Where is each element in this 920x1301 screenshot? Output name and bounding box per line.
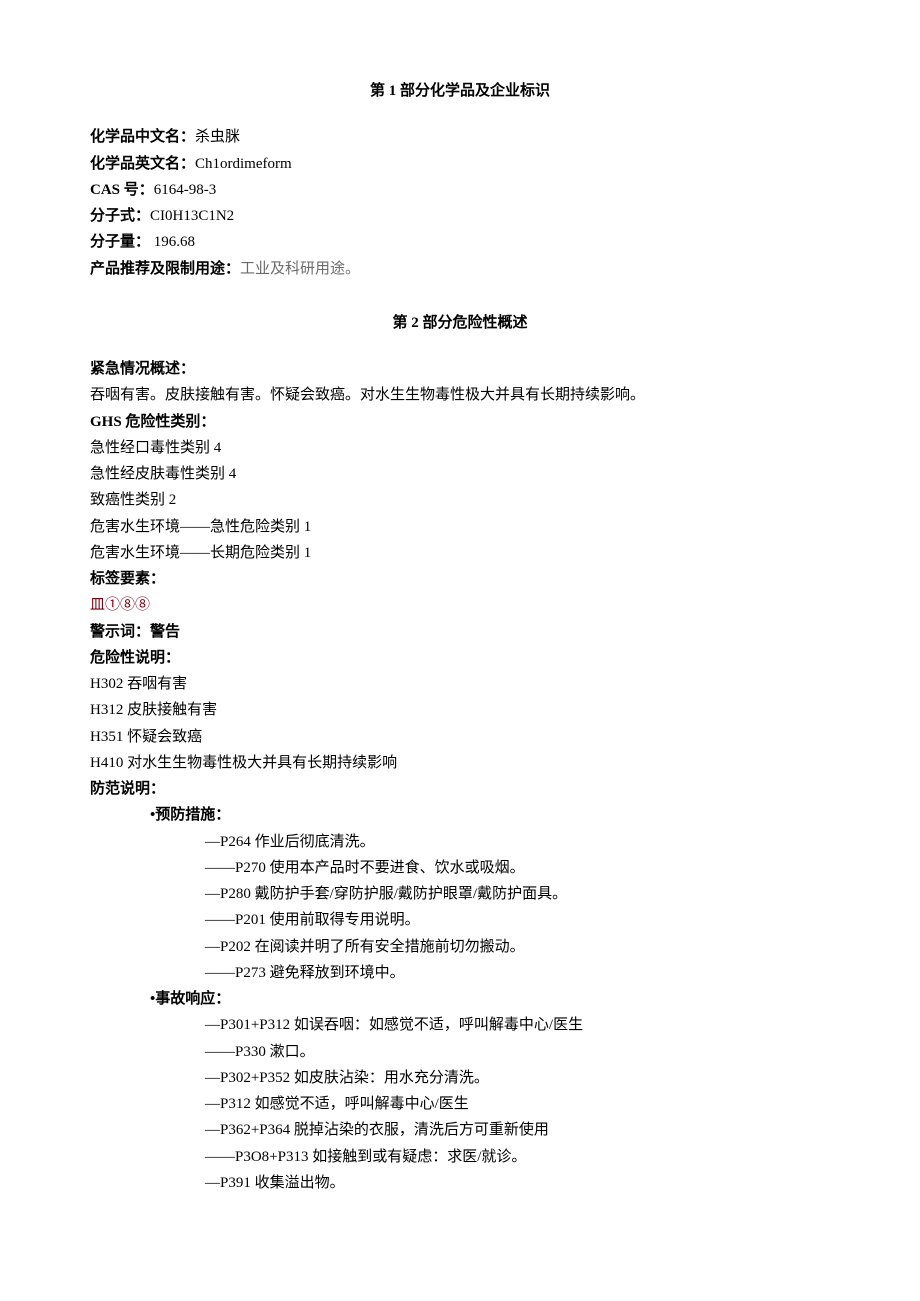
- section1-heading: 第 1 部分化学品及企业标识: [90, 78, 830, 104]
- page: 第 1 部分化学品及企业标识 化学品中文名：杀虫脒化学品英文名：Ch1ordim…: [0, 0, 920, 1301]
- ghs-item-3: 危害水生环境——急性危险类别 1: [90, 514, 830, 540]
- response-item-4: —P362+P364 脱掉沾染的衣服，清洗后方可重新使用: [90, 1117, 830, 1143]
- product-use-value: 工业及科研用途。: [240, 261, 360, 277]
- prevention-heading: 防范说明：: [90, 776, 830, 802]
- ghs-item-4: 危害水生环境——长期危险类别 1: [90, 540, 830, 566]
- section1-field-2: CAS 号：6164-98-3: [90, 177, 830, 203]
- field-label: CAS 号：: [90, 182, 154, 198]
- response-item-1: ——P330 漱口。: [90, 1039, 830, 1065]
- ghs-label: GHS 危险性类别：: [90, 409, 830, 435]
- field-label: 化学品中文名：: [90, 129, 195, 145]
- response-item-2: —P302+P352 如皮肤沾染：用水充分清洗。: [90, 1065, 830, 1091]
- response-item-5: ——P3O8+P313 如接触到或有疑虑：求医/就诊。: [90, 1144, 830, 1170]
- section1-field-3: 分子式：CI0H13C1N2: [90, 203, 830, 229]
- section1-field-4: 分子量： 196.68: [90, 229, 830, 255]
- hazard-item-0: H302 吞咽有害: [90, 671, 830, 697]
- field-value: 196.68: [150, 234, 195, 250]
- hazard-item-1: H312 皮肤接触有害: [90, 697, 830, 723]
- signal-word: 警示词：警告: [90, 619, 830, 645]
- product-use: 产品推荐及限制用途：工业及科研用途。: [90, 256, 830, 282]
- response-item-6: —P391 收集溢出物。: [90, 1170, 830, 1196]
- ghs-item-0: 急性经口毒性类别 4: [90, 435, 830, 461]
- tag-value: 皿①⑧⑧: [90, 592, 830, 618]
- response-item-3: —P312 如感觉不适，呼叫解毒中心/医生: [90, 1091, 830, 1117]
- tag-label: 标签要素：: [90, 566, 830, 592]
- emergency-text: 吞咽有害。皮肤接触有害。怀疑会致癌。对水生生物毒性极大并具有长期持续影响。: [90, 382, 830, 408]
- field-label: 化学品英文名：: [90, 156, 195, 172]
- response-item-0: —P301+P312 如误吞咽：如感觉不适，呼叫解毒中心/医生: [90, 1012, 830, 1038]
- ghs-item-1: 急性经皮肤毒性类别 4: [90, 461, 830, 487]
- field-value: CI0H13C1N2: [150, 208, 234, 224]
- response-label: •事故响应：: [90, 986, 830, 1012]
- emergency-label: 紧急情况概述：: [90, 356, 830, 382]
- section1-fields: 化学品中文名：杀虫脒化学品英文名：Ch1ordimeformCAS 号：6164…: [90, 124, 830, 255]
- response-items: —P301+P312 如误吞咽：如感觉不适，呼叫解毒中心/医生——P330 漱口…: [90, 1012, 830, 1196]
- section1-field-0: 化学品中文名：杀虫脒: [90, 124, 830, 150]
- prevention-item-2: —P280 戴防护手套/穿防护服/戴防护眼罩/戴防护面具。: [90, 881, 830, 907]
- prevention-item-4: —P202 在阅读并明了所有安全措施前切勿搬动。: [90, 934, 830, 960]
- prevention-item-3: ——P201 使用前取得专用说明。: [90, 907, 830, 933]
- prevention-label: •预防措施：: [90, 802, 830, 828]
- product-use-label: 产品推荐及限制用途：: [90, 261, 240, 277]
- field-value: 6164-98-3: [154, 182, 217, 198]
- section2-heading: 第 2 部分危险性概述: [90, 310, 830, 336]
- field-label: 分子量：: [90, 234, 150, 250]
- hazard-item-2: H351 怀疑会致癌: [90, 724, 830, 750]
- field-label: 分子式：: [90, 208, 150, 224]
- hazard-label: 危险性说明：: [90, 645, 830, 671]
- hazard-items: H302 吞咽有害H312 皮肤接触有害H351 怀疑会致癌H410 对水生生物…: [90, 671, 830, 776]
- prevention-item-1: ——P270 使用本产品时不要进食、饮水或吸烟。: [90, 855, 830, 881]
- ghs-item-2: 致癌性类别 2: [90, 487, 830, 513]
- prevention-item-5: ——P273 避免释放到环境中。: [90, 960, 830, 986]
- prevention-items: —P264 作业后彻底清洗。——P270 使用本产品时不要进食、饮水或吸烟。—P…: [90, 829, 830, 987]
- hazard-item-3: H410 对水生生物毒性极大并具有长期持续影响: [90, 750, 830, 776]
- section1-field-1: 化学品英文名：Ch1ordimeform: [90, 151, 830, 177]
- ghs-items: 急性经口毒性类别 4急性经皮肤毒性类别 4致癌性类别 2危害水生环境——急性危险…: [90, 435, 830, 566]
- field-value: 杀虫脒: [195, 129, 240, 145]
- field-value: Ch1ordimeform: [195, 156, 292, 172]
- prevention-item-0: —P264 作业后彻底清洗。: [90, 829, 830, 855]
